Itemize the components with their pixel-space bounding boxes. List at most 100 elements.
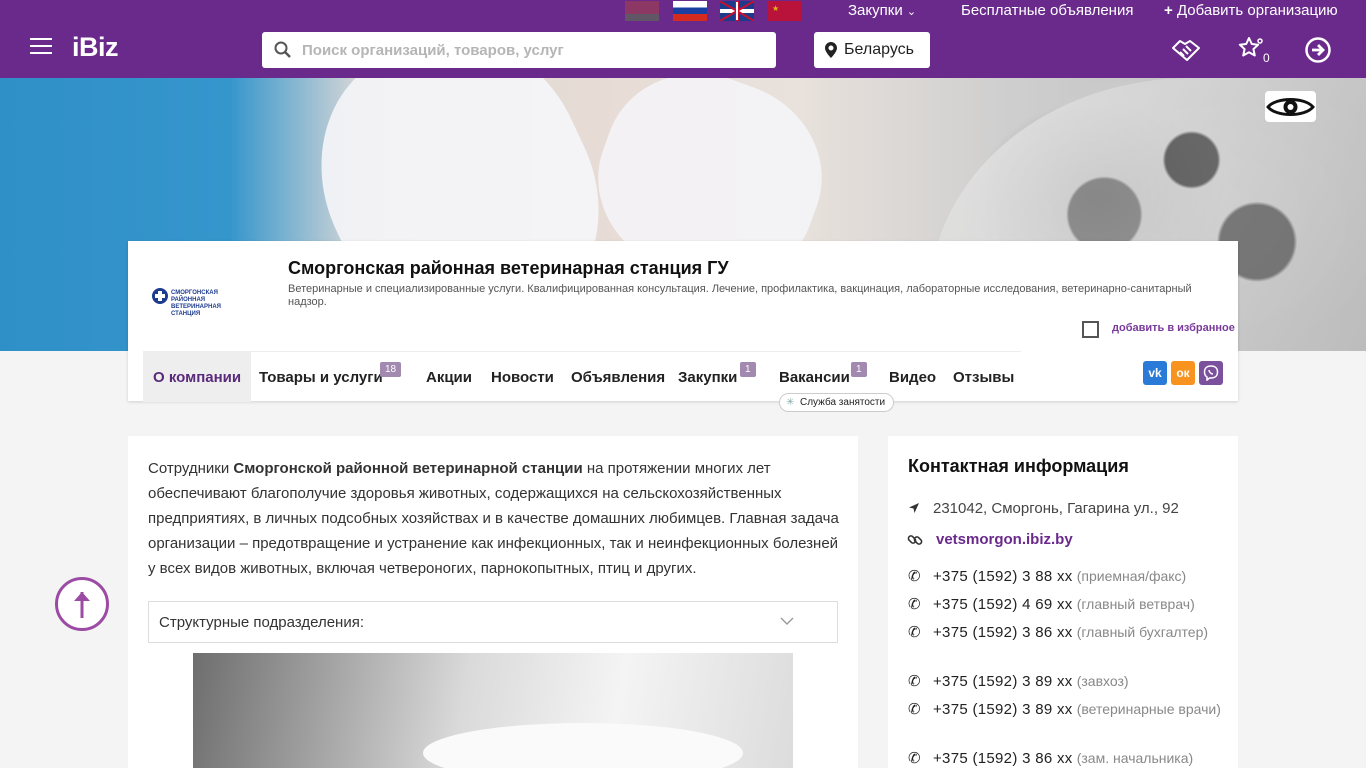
plus-icon: +	[1164, 2, 1173, 19]
top-strip: ★ Закупки ⌄ Бесплатные объявления + Доба…	[0, 0, 1366, 22]
about-text: Сотрудники Сморгонской районной ветерина…	[148, 456, 848, 581]
favorites-count: 0	[1263, 51, 1270, 65]
tab-label: Вакансии	[779, 369, 850, 386]
purchases-menu[interactable]: Закупки ⌄	[848, 2, 916, 19]
tab-label: Новости	[491, 369, 554, 386]
phone-icon: ✆	[908, 673, 921, 690]
phone-row: ✆ +375 (1592) 3 89 xx (завхоз)	[908, 670, 1228, 693]
phone-number[interactable]: +375 (1592) 3 86 xx	[933, 750, 1073, 767]
company-photo	[193, 653, 793, 768]
location-arrow-icon	[909, 503, 919, 513]
vacancy-source-label: Служба занятости	[800, 397, 886, 408]
chevron-down-icon	[780, 617, 794, 625]
phone-note: (главный бухгалтер)	[1076, 624, 1209, 640]
tab-label: Товары и услуги	[259, 369, 383, 386]
flag-belarus-icon[interactable]	[625, 1, 659, 21]
main-header: iBiz Беларусь 0	[0, 22, 1366, 78]
arrow-up-icon	[74, 592, 90, 618]
location-pin-icon	[825, 42, 837, 58]
country-label: Беларусь	[844, 41, 914, 58]
company-card: СМОРГОНСКАЯ РАЙОННАЯ ВЕТЕРИНАРНАЯ СТАНЦИ…	[128, 241, 1238, 412]
menu-icon[interactable]	[30, 38, 52, 56]
login-icon[interactable]	[1304, 36, 1332, 64]
add-organization-label: Добавить организацию	[1176, 2, 1338, 19]
contact-info-panel: Контактная информация 231042, Сморгонь, …	[888, 436, 1238, 768]
phone-note: (приемная/факс)	[1076, 568, 1187, 584]
about-text-bold: Сморгонской районной ветеринарной станци…	[233, 460, 583, 477]
phone-row: ✆ +375 (1592) 3 88 xx (приемная/факс)	[908, 565, 1228, 588]
phone-icon: ✆	[908, 701, 921, 718]
site-logo[interactable]: iBiz	[72, 32, 119, 63]
phone-row: ✆ +375 (1592) 3 86 xx (главный бухгалтер)	[908, 621, 1228, 644]
phone-note: (зам. начальника)	[1076, 750, 1194, 766]
structural-units-accordion[interactable]: Структурные подразделения:	[148, 601, 838, 643]
phone-number[interactable]: +375 (1592) 4 69 xx	[933, 596, 1073, 613]
free-ads-link[interactable]: Бесплатные объявления	[961, 2, 1133, 19]
tab-label: Закупки	[678, 369, 738, 386]
flag-russia-icon[interactable]	[673, 1, 707, 21]
address: 231042, Сморгонь, Гагарина ул., 92	[933, 500, 1179, 517]
company-logo: СМОРГОНСКАЯ РАЙОННАЯ ВЕТЕРИНАРНАЯ СТАНЦИ…	[128, 241, 253, 351]
flag-uk-icon[interactable]	[720, 1, 754, 21]
phone-number[interactable]: +375 (1592) 3 89 xx	[933, 673, 1073, 690]
phone-row: ✆ +375 (1592) 3 89 xx (ветеринарные врачи…	[908, 698, 1228, 721]
viber-share-icon[interactable]	[1199, 361, 1223, 385]
tab-reviews[interactable]: Отзывы	[953, 352, 1014, 402]
vacancy-source-tooltip[interactable]: ✳ Служба занятости	[779, 393, 895, 412]
search-input[interactable]	[302, 32, 762, 68]
flag-china-icon[interactable]: ★	[767, 1, 801, 21]
phone-bubble-icon	[1203, 365, 1219, 382]
add-to-favorites-link[interactable]: добавить в избранное	[1112, 322, 1235, 334]
company-description: Ветеринарные и специализированные услуги…	[288, 283, 1192, 308]
tab-about[interactable]: О компании	[143, 352, 252, 402]
phone-row: ✆ +375 (1592) 3 86 xx (зам. начальника)	[908, 747, 1228, 768]
tab-promotions[interactable]: Акции	[426, 352, 472, 402]
link-icon	[907, 535, 923, 545]
company-logo-text: СМОРГОНСКАЯ РАЙОННАЯ ВЕТЕРИНАРНАЯ СТАНЦИ…	[171, 290, 221, 317]
tab-label: О компании	[153, 369, 242, 386]
phone-note: (главный ветврач)	[1076, 596, 1195, 612]
tab-ads[interactable]: Объявления	[571, 352, 665, 402]
tab-label: Отзывы	[953, 369, 1015, 386]
purchases-label: Закупки	[848, 2, 903, 19]
handshake-icon[interactable]	[1170, 36, 1202, 64]
odnoklassniki-share-icon[interactable]: ок	[1171, 361, 1195, 385]
phone-icon: ✆	[908, 596, 921, 613]
contact-info-title: Контактная информация	[908, 456, 1129, 476]
tab-products[interactable]: Товары и услуги 18	[259, 352, 402, 402]
accordion-label: Структурные подразделения:	[159, 614, 364, 631]
phone-note: (завхоз)	[1076, 673, 1129, 689]
country-selector[interactable]: Беларусь	[814, 32, 930, 68]
favorites-stars-icon[interactable]	[1238, 36, 1266, 64]
chevron-down-icon: ⌄	[906, 6, 917, 18]
phone-icon: ✆	[908, 624, 921, 641]
about-text-part: Сотрудники	[148, 460, 234, 477]
tab-label: Видео	[889, 369, 937, 386]
phone-number[interactable]: +375 (1592) 3 86 xx	[933, 624, 1073, 641]
phone-icon: ✆	[908, 750, 921, 767]
eye-icon	[1266, 98, 1315, 116]
phone-number[interactable]: +375 (1592) 3 88 xx	[933, 568, 1073, 585]
phone-icon: ✆	[908, 568, 921, 585]
vk-share-icon[interactable]: vk	[1143, 361, 1167, 385]
sparkle-icon: ✳	[786, 397, 795, 408]
phone-note: (ветеринарные врачи)	[1076, 701, 1221, 717]
tab-badge: 1	[740, 362, 756, 377]
about-text-part: на протяжении многих лет обеспечивают бл…	[148, 460, 839, 577]
add-organization-link[interactable]: + Добавить организацию	[1164, 2, 1338, 19]
phone-row: ✆ +375 (1592) 4 69 xx (главный ветврач)	[908, 593, 1228, 616]
tab-video[interactable]: Видео	[889, 352, 936, 402]
tab-label: Объявления	[571, 369, 666, 386]
tab-badge: 18	[380, 362, 402, 377]
about-section: Сотрудники Сморгонской районной ветерина…	[128, 436, 858, 768]
search-icon[interactable]	[274, 41, 292, 59]
tab-purchases[interactable]: Закупки 1	[678, 352, 756, 402]
website-link[interactable]: vetsmorgon.ibiz.by	[936, 531, 1073, 548]
tab-badge: 1	[851, 362, 867, 377]
favorite-checkbox[interactable]	[1082, 321, 1099, 338]
scroll-to-top-button[interactable]	[55, 577, 109, 631]
visually-impaired-button[interactable]	[1265, 91, 1316, 122]
tab-news[interactable]: Новости	[491, 352, 554, 402]
phone-number[interactable]: +375 (1592) 3 89 xx	[933, 701, 1073, 718]
vet-cross-icon	[152, 288, 168, 304]
